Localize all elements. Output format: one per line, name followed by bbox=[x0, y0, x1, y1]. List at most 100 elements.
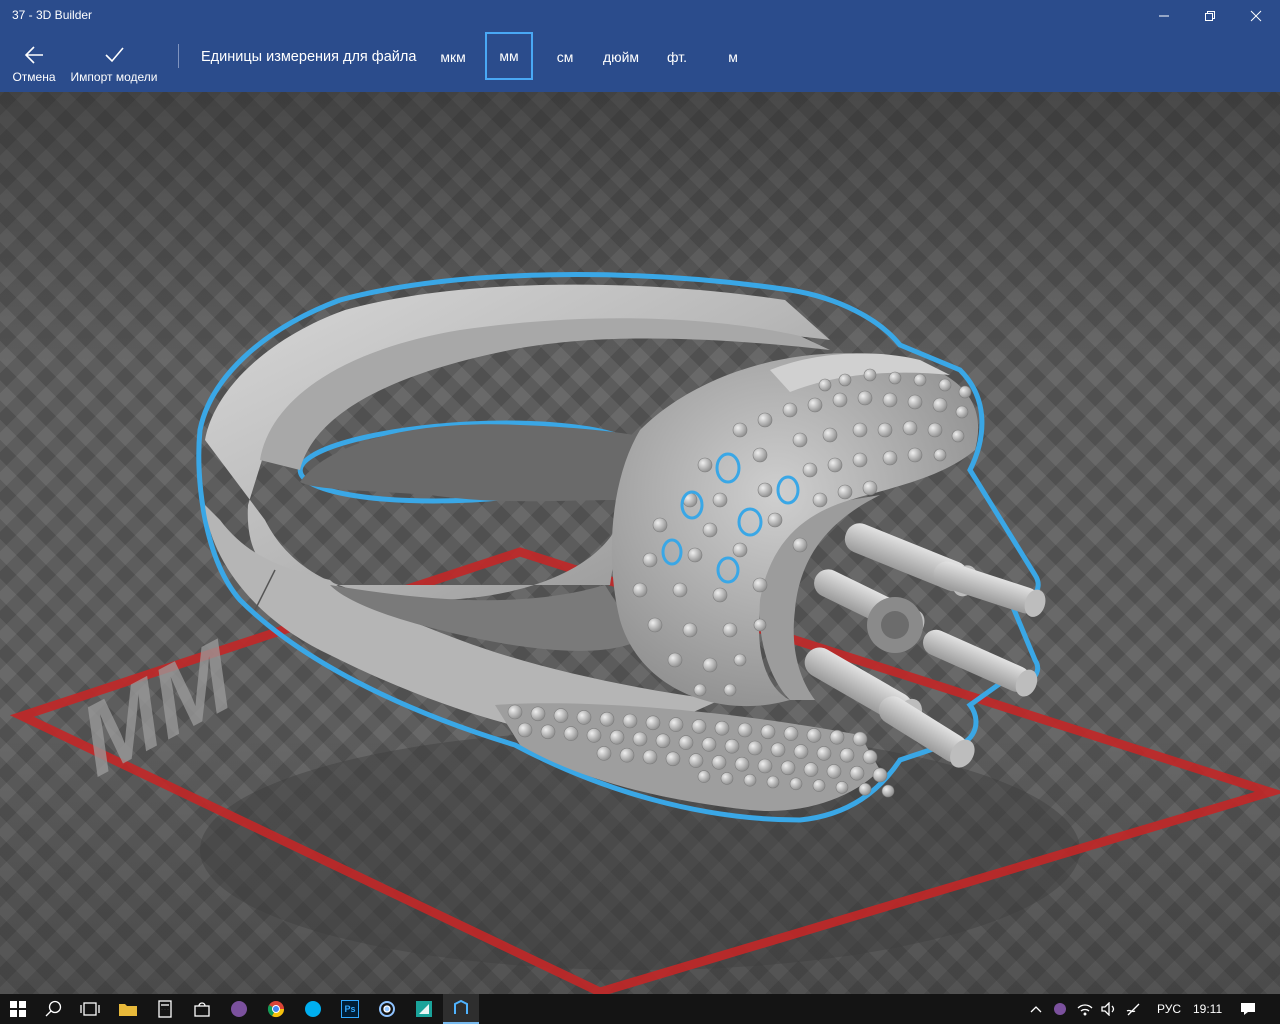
pave-stone bbox=[882, 392, 898, 408]
pave-stone bbox=[672, 582, 688, 598]
pave-stone bbox=[766, 775, 780, 789]
input-language[interactable]: РУС bbox=[1157, 1002, 1181, 1016]
pave-stone bbox=[712, 587, 728, 603]
pave-stone bbox=[632, 582, 648, 598]
pave-stone bbox=[563, 726, 579, 741]
pave-stone bbox=[958, 385, 972, 399]
pave-stone bbox=[667, 652, 683, 668]
pave-stone bbox=[678, 735, 694, 750]
pave-stone bbox=[793, 744, 809, 759]
pave-stone bbox=[902, 420, 918, 436]
pave-stone bbox=[872, 767, 888, 783]
pave-stone bbox=[642, 552, 658, 568]
show-hidden-icons[interactable] bbox=[1024, 994, 1048, 1024]
clock[interactable]: 19:11 bbox=[1193, 1002, 1222, 1016]
task-view-button[interactable] bbox=[72, 994, 108, 1024]
taskbar-photoshop[interactable]: Ps bbox=[332, 994, 368, 1024]
import-toolbar: Отмена Импорт модели Единицы измерения д… bbox=[0, 32, 1280, 92]
pave-stone bbox=[652, 517, 668, 533]
pave-stone bbox=[783, 726, 799, 741]
viber-icon bbox=[231, 1001, 247, 1017]
title-bar: 37 - 3D Builder bbox=[0, 0, 1280, 32]
pave-stone bbox=[517, 722, 533, 738]
pave-stone bbox=[734, 756, 750, 772]
app2-icon bbox=[416, 1001, 432, 1017]
skype-icon bbox=[305, 1001, 321, 1017]
calculator-icon bbox=[158, 1000, 172, 1018]
pave-stone bbox=[723, 683, 737, 697]
pave-stone bbox=[712, 492, 728, 508]
minimize-button[interactable] bbox=[1141, 0, 1187, 32]
import-label: Импорт модели bbox=[70, 70, 158, 84]
pave-stone bbox=[792, 537, 808, 553]
unit-option-ft[interactable]: фт. bbox=[660, 34, 694, 80]
taskbar-chrome[interactable] bbox=[258, 994, 294, 1024]
3d-builder-icon bbox=[454, 999, 468, 1014]
unit-option-um[interactable]: мкм bbox=[434, 34, 472, 80]
unit-option-m[interactable]: м bbox=[720, 34, 746, 80]
pave-stone bbox=[852, 422, 868, 438]
pave-stone bbox=[835, 781, 849, 794]
pave-stone bbox=[806, 728, 822, 743]
pave-stone bbox=[812, 492, 828, 508]
taskbar-file-explorer[interactable] bbox=[110, 994, 146, 1024]
taskbar-skype[interactable] bbox=[295, 994, 331, 1024]
taskbar-3d-builder[interactable] bbox=[443, 994, 479, 1024]
pave-stone bbox=[857, 390, 873, 406]
pave-stone bbox=[862, 480, 878, 496]
action-center-button[interactable] bbox=[1232, 994, 1264, 1024]
pave-stone bbox=[933, 448, 947, 462]
3d-viewport[interactable]: MM bbox=[0, 92, 1280, 994]
pave-stone bbox=[780, 760, 796, 776]
pave-stone bbox=[540, 724, 556, 740]
pave-stone bbox=[829, 729, 845, 745]
unit-option-cm[interactable]: см bbox=[549, 34, 581, 80]
import-model-button[interactable]: Импорт модели bbox=[68, 32, 160, 92]
pave-stone bbox=[818, 378, 832, 392]
folder-icon bbox=[119, 1004, 137, 1016]
pave-stone bbox=[682, 622, 698, 638]
taskbar-viber[interactable] bbox=[221, 994, 257, 1024]
taskbar-store[interactable] bbox=[184, 994, 220, 1024]
windows-taskbar: Ps РУС 19:11 bbox=[0, 994, 1280, 1024]
pave-stone bbox=[697, 770, 711, 783]
units-label: Единицы измерения для файла bbox=[201, 49, 417, 65]
close-button[interactable] bbox=[1233, 0, 1279, 32]
pave-stone bbox=[782, 402, 798, 418]
start-button[interactable] bbox=[0, 994, 36, 1024]
pave-stone bbox=[803, 762, 819, 777]
app-icon bbox=[379, 1001, 395, 1017]
pave-stone bbox=[757, 758, 773, 774]
pave-stone bbox=[770, 742, 786, 758]
taskbar-app[interactable] bbox=[369, 994, 405, 1024]
cancel-button[interactable]: Отмена bbox=[8, 32, 60, 92]
restore-icon bbox=[1205, 11, 1215, 21]
unit-option-inch[interactable]: дюйм bbox=[597, 34, 645, 80]
taskbar-app2[interactable] bbox=[406, 994, 442, 1024]
cancel-label: Отмена bbox=[12, 70, 56, 84]
pave-stone bbox=[530, 706, 546, 722]
pave-stone bbox=[822, 427, 838, 443]
pave-stone bbox=[837, 484, 853, 500]
pave-stone bbox=[951, 429, 965, 443]
pave-stone bbox=[826, 764, 842, 779]
pave-stone bbox=[697, 457, 713, 473]
pave-stone bbox=[737, 722, 753, 738]
tray-volume[interactable] bbox=[1097, 994, 1121, 1024]
wifi-icon bbox=[1077, 1004, 1093, 1016]
pave-stone bbox=[863, 368, 877, 382]
pave-stone bbox=[877, 422, 893, 438]
pave-stone bbox=[938, 378, 952, 392]
taskbar-calculator[interactable] bbox=[147, 994, 183, 1024]
pave-stone bbox=[907, 394, 923, 410]
pave-stone bbox=[882, 450, 898, 466]
unit-option-mm[interactable]: мм bbox=[485, 32, 533, 80]
pave-stone bbox=[720, 772, 734, 785]
tray-pen[interactable] bbox=[1122, 994, 1146, 1024]
tray-network[interactable] bbox=[1073, 994, 1097, 1024]
pave-stone bbox=[596, 746, 612, 761]
restore-button[interactable] bbox=[1187, 0, 1233, 32]
tray-viber[interactable] bbox=[1048, 994, 1072, 1024]
photoshop-icon: Ps bbox=[341, 1000, 359, 1018]
search-button[interactable] bbox=[36, 994, 72, 1024]
